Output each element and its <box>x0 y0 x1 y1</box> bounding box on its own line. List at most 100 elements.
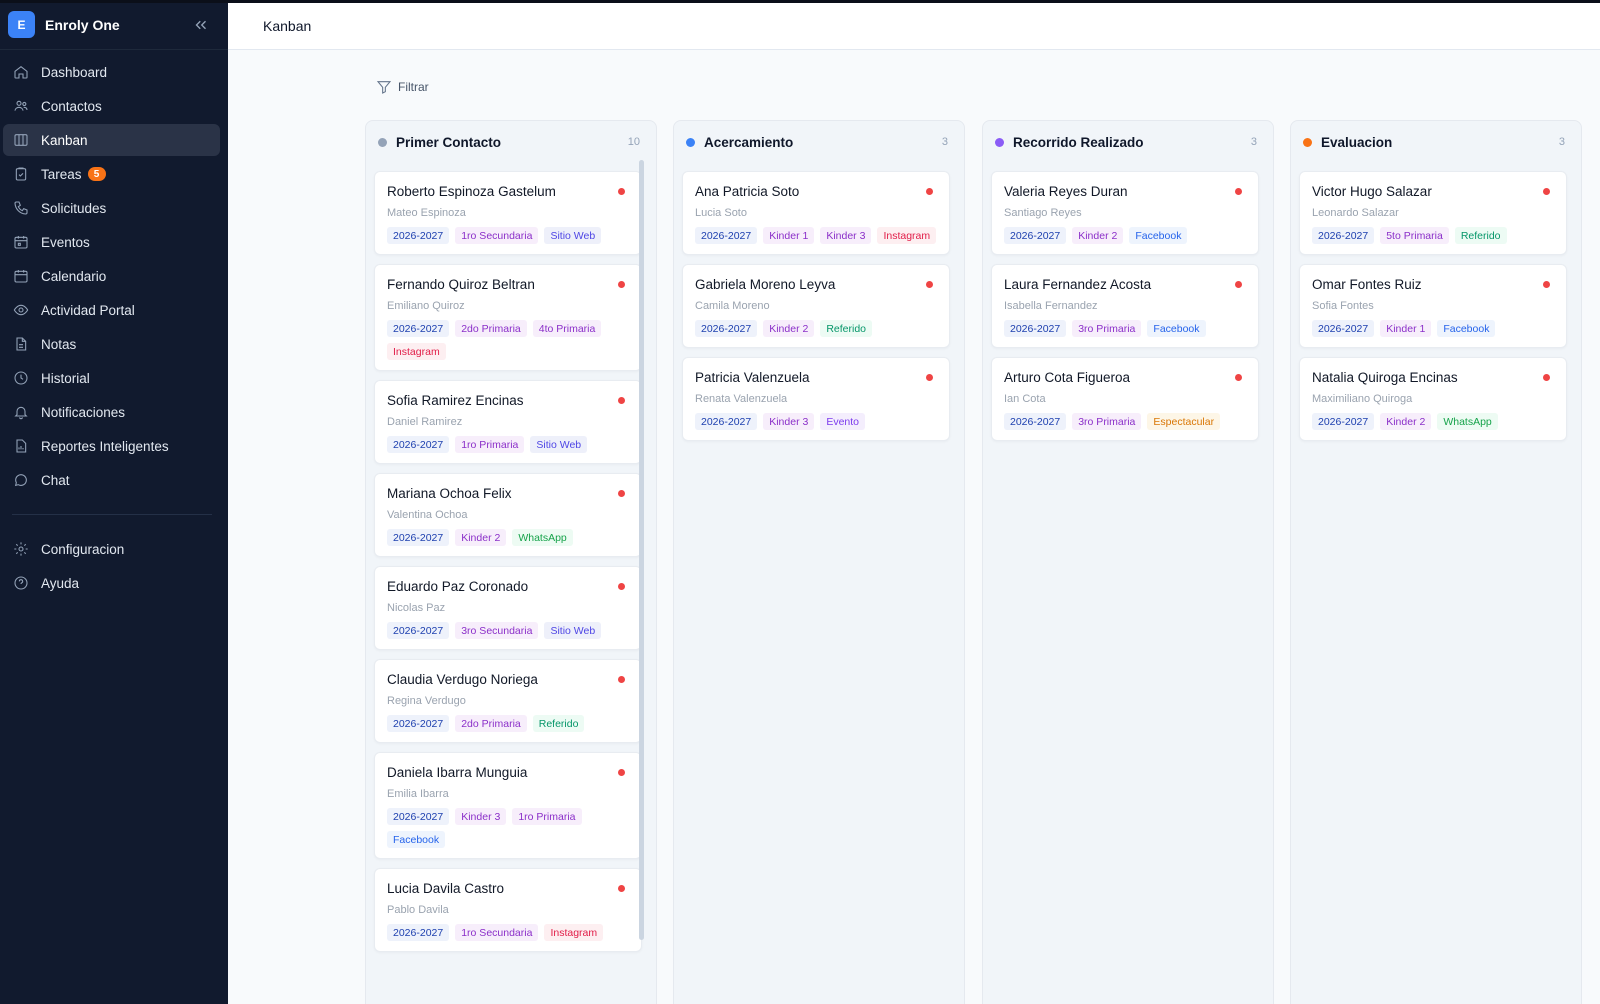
sidebar-item-eventos[interactable]: Eventos <box>3 226 220 258</box>
lead-card[interactable]: Fernando Quiroz Beltran Emiliano Quiroz 20… <box>374 264 642 371</box>
sidebar-item-historial[interactable]: Historial <box>3 362 220 394</box>
sidebar-nav-secondary: Configuracion Ayuda <box>0 533 228 599</box>
lead-card[interactable]: Eduardo Paz Coronado Nicolas Paz 2026-2027… <box>374 566 642 650</box>
tag-grade: 3ro Secundaria <box>455 622 539 639</box>
calendar-event-icon <box>14 236 28 249</box>
tag-year: 2026-2027 <box>1004 413 1067 430</box>
lead-card[interactable]: Patricia Valenzuela Renata Valenzuela 2026… <box>682 357 950 441</box>
sidebar-item-label: Notas <box>41 336 77 352</box>
sidebar-item-solicitudes[interactable]: Solicitudes <box>3 192 220 224</box>
priority-dot <box>926 374 933 381</box>
column-scrollbar[interactable] <box>639 160 644 940</box>
lead-card[interactable]: Ana Patricia Soto Lucia Soto 2026-2027 Kind… <box>682 171 950 255</box>
lead-name: Victor Hugo Salazar <box>1312 184 1432 199</box>
sidebar-item-configuracion[interactable]: Configuracion <box>3 533 220 565</box>
lead-card[interactable]: Gabriela Moreno Leyva Camila Moreno 2026-2… <box>682 264 950 348</box>
lead-name: Sofia Ramirez Encinas <box>387 393 524 408</box>
priority-dot <box>1543 374 1550 381</box>
priority-dot <box>1543 281 1550 288</box>
tag-year: 2026-2027 <box>387 924 450 941</box>
student-name: Emilia Ibarra <box>387 788 449 800</box>
tag-year: 2026-2027 <box>387 622 450 639</box>
priority-dot <box>926 188 933 195</box>
lead-card[interactable]: Victor Hugo Salazar Leonardo Salazar 2026-… <box>1299 171 1567 255</box>
tag-grade: 1ro Primaria <box>455 436 525 453</box>
app-name: Enroly One <box>45 16 120 33</box>
priority-dot <box>618 676 625 683</box>
lead-card[interactable]: Natalia Quiroga Encinas Maximiliano Quiro… <box>1299 357 1567 441</box>
lead-card[interactable]: Lucia Davila Castro Pablo Davila 2026-2027… <box>374 868 642 952</box>
tag-year: 2026-2027 <box>1004 227 1067 244</box>
column-title: Recorrido Realizado <box>1013 134 1144 150</box>
sidebar-item-label: Ayuda <box>41 575 80 591</box>
collapse-sidebar-icon[interactable] <box>192 16 210 34</box>
tag-list: 2026-2027 Kinder 2 WhatsApp <box>1312 413 1554 430</box>
priority-dot <box>1235 281 1242 288</box>
sidebar-item-label: Notificaciones <box>41 404 126 420</box>
lead-card[interactable]: Daniela Ibarra Munguia Emilia Ibarra 2026-… <box>374 752 642 859</box>
sidebar-item-reportes-inteligentes[interactable]: Reportes Inteligentes <box>3 430 220 462</box>
sidebar-item-actividad-portal[interactable]: Actividad Portal <box>3 294 220 326</box>
lead-card[interactable]: Valeria Reyes Duran Santiago Reyes 2026-20… <box>991 171 1259 255</box>
tag-year: 2026-2027 <box>387 227 450 244</box>
sidebar-item-notificaciones[interactable]: Notificaciones <box>3 396 220 428</box>
student-name: Pablo Davila <box>387 904 449 916</box>
eye-icon <box>13 304 29 316</box>
tag-list: 2026-2027 Kinder 2 Facebook <box>1004 227 1246 244</box>
tag-ig: Instagram <box>544 924 604 941</box>
column-title: Evaluacion <box>1321 134 1393 150</box>
lead-card[interactable]: Claudia Verdugo Noriega Regina Verdugo 202… <box>374 659 642 743</box>
window-top-edge <box>0 0 1600 3</box>
tag-wa: WhatsApp <box>1437 413 1498 430</box>
lead-card[interactable]: Arturo Cota Figueroa Ian Cota 2026-2027 3ro… <box>991 357 1259 441</box>
column-count: 3 <box>1558 136 1565 148</box>
student-name: Mateo Espinoza <box>387 207 466 219</box>
lead-card[interactable]: Mariana Ochoa Felix Valentina Ochoa 2026-2… <box>374 473 642 557</box>
tag-grade: 2do Primaria <box>455 715 527 732</box>
tag-esp: Espectacular <box>1147 413 1221 430</box>
sidebar-item-contactos[interactable]: Contactos <box>3 90 220 122</box>
sidebar-item-chat[interactable]: Chat <box>3 464 220 496</box>
column-header: Primer Contacto 10 <box>366 121 656 163</box>
tag-list: 2026-2027 Kinder 1 Facebook <box>1312 320 1554 337</box>
priority-dot <box>618 769 625 776</box>
sidebar-item-label: Eventos <box>41 234 90 250</box>
sidebar-item-tareas[interactable]: Tareas 5 <box>3 158 220 190</box>
tag-grade: Kinder 2 <box>455 529 507 546</box>
priority-dot <box>618 281 625 288</box>
tag-year: 2026-2027 <box>387 808 450 825</box>
filter-button[interactable]: Filtrar <box>376 79 429 95</box>
tag-fb: Facebook <box>1129 227 1188 244</box>
kanban-column: Primer Contacto 10 Roberto Espinoza Gastel… <box>365 120 657 1004</box>
student-name: Maximiliano Quiroga <box>1312 393 1413 405</box>
student-name: Sofia Fontes <box>1312 300 1374 312</box>
lead-card[interactable]: Laura Fernandez Acosta Isabella Fernandez… <box>991 264 1259 348</box>
tag-list: 2026-2027 Kinder 2 Referido <box>695 320 937 337</box>
tag-grade: Kinder 2 <box>1380 413 1432 430</box>
sidebar-item-label: Configuracion <box>41 541 125 557</box>
tag-grade: 1ro Primaria <box>512 808 582 825</box>
sidebar-item-ayuda[interactable]: Ayuda <box>3 567 220 599</box>
sidebar-item-calendario[interactable]: Calendario <box>3 260 220 292</box>
tag-ref: Referido <box>1454 227 1507 244</box>
clock-icon <box>14 371 28 385</box>
lead-card[interactable]: Omar Fontes Ruiz Sofia Fontes 2026-2027 Kin… <box>1299 264 1567 348</box>
sidebar-item-notas[interactable]: Notas <box>3 328 220 360</box>
priority-dot <box>618 397 625 404</box>
tag-ig: Instagram <box>387 343 446 360</box>
sidebar: E Enroly One Dashboard Contactos Kanban Tar… <box>0 0 228 1004</box>
count-badge: 5 <box>87 167 106 181</box>
sidebar-item-dashboard[interactable]: Dashboard <box>3 56 220 88</box>
tag-list: 2026-2027 3ro Primaria Espectacular <box>1004 413 1246 430</box>
sidebar-item-label: Contactos <box>41 98 102 114</box>
tag-grade: 1ro Secundaria <box>455 924 539 941</box>
lead-card[interactable]: Sofia Ramirez Encinas Daniel Ramirez 2026-… <box>374 380 642 464</box>
lead-name: Roberto Espinoza Gastelum <box>387 184 556 199</box>
student-name: Lucia Soto <box>695 207 747 219</box>
student-name: Emiliano Quiroz <box>387 300 465 312</box>
tag-ig: Instagram <box>877 227 937 244</box>
sidebar-item-kanban[interactable]: Kanban <box>3 124 220 156</box>
page-title: Kanban <box>263 18 312 34</box>
lead-card[interactable]: Roberto Espinoza Gastelum Mateo Espinoza 2… <box>374 171 642 255</box>
tag-year: 2026-2027 <box>387 320 450 337</box>
